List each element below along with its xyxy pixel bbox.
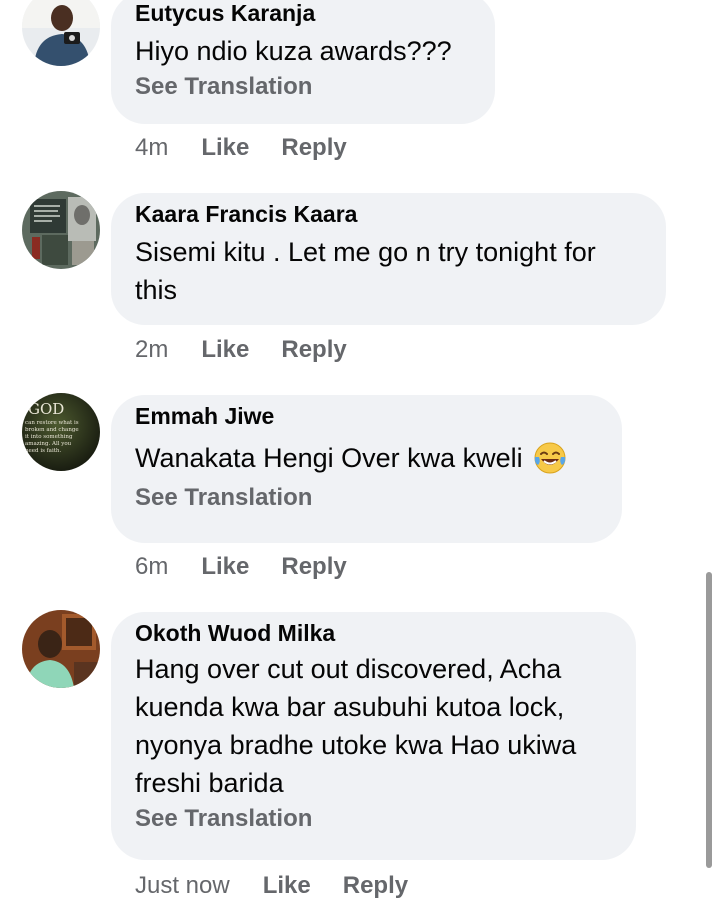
- comment-author[interactable]: Eutycus Karanja: [135, 0, 471, 28]
- avatar-caption-line: broken and change: [25, 427, 79, 433]
- avatar[interactable]: GOD can restore what is broken and chang…: [22, 393, 100, 471]
- scrollbar[interactable]: [706, 572, 712, 868]
- like-button[interactable]: Like: [201, 134, 249, 162]
- avatar-caption-line: can restore what is: [25, 420, 79, 426]
- comment-timestamp[interactable]: Just now: [135, 872, 230, 900]
- reply-button[interactable]: Reply: [281, 134, 346, 162]
- avatar-caption-title: GOD: [28, 400, 64, 418]
- comment-author[interactable]: Kaara Francis Kaara: [135, 199, 642, 229]
- comment-bubble: Kaara Francis Kaara Sisemi kitu . Let me…: [111, 193, 666, 325]
- comment-author[interactable]: Okoth Wuod Milka: [135, 618, 612, 648]
- avatar-caption-line: need is faith.: [25, 448, 61, 454]
- like-button[interactable]: Like: [263, 872, 311, 900]
- comment-actions: 2m Like Reply: [135, 334, 347, 366]
- comment-timestamp[interactable]: 4m: [135, 134, 168, 162]
- like-button[interactable]: Like: [201, 553, 249, 581]
- comments-thread: Eutycus Karanja Hiyo ndio kuza awards???…: [0, 0, 720, 918]
- reply-button[interactable]: Reply: [343, 872, 408, 900]
- avatar-caption-line: it into something: [25, 434, 73, 440]
- profile-photo: GOD can restore what is broken and chang…: [22, 393, 100, 471]
- comment-text-line: nyonya bradhe utoke kwa Hao ukiwa: [135, 730, 577, 760]
- profile-photo: [22, 0, 100, 66]
- comment-bubble: Eutycus Karanja Hiyo ndio kuza awards???…: [111, 0, 495, 124]
- comment-text-line: Hang over cut out discovered, Acha: [135, 654, 562, 684]
- comment-text-line: kuenda kwa bar asubuhi kutoa lock,: [135, 692, 565, 722]
- comment-text-line: Sisemi kitu . Let me go n try tonight fo…: [135, 237, 596, 267]
- comment-author[interactable]: Emmah Jiwe: [135, 401, 598, 431]
- comment-text: Hiyo ndio kuza awards???: [135, 36, 452, 66]
- comment-text-line: this: [135, 275, 178, 305]
- reply-button[interactable]: Reply: [281, 553, 346, 581]
- avatar[interactable]: [22, 610, 100, 688]
- see-translation-link[interactable]: See Translation: [135, 72, 471, 102]
- face-with-tears-of-joy-icon: [533, 441, 567, 475]
- see-translation-link[interactable]: See Translation: [135, 483, 598, 513]
- reply-button[interactable]: Reply: [281, 336, 346, 364]
- comment-actions: Just now Like Reply: [135, 870, 408, 902]
- like-button[interactable]: Like: [201, 336, 249, 364]
- comment-bubble: Emmah Jiwe Wanakata Hengi Over kwa kweli: [111, 395, 622, 543]
- comment-timestamp[interactable]: 6m: [135, 553, 168, 581]
- comment-timestamp[interactable]: 2m: [135, 336, 168, 364]
- avatar-caption-line: amazing. All you: [25, 441, 72, 447]
- comment-actions: 4m Like Reply: [135, 132, 347, 164]
- comment-actions: 6m Like Reply: [135, 551, 347, 583]
- comment-bubble: Okoth Wuod Milka Hang over cut out disco…: [111, 612, 636, 860]
- avatar[interactable]: [22, 0, 100, 66]
- comment-text: Wanakata Hengi Over kwa kweli: [135, 443, 523, 473]
- comment-text-line: freshi barida: [135, 768, 284, 798]
- avatar[interactable]: [22, 191, 100, 269]
- profile-photo: [22, 610, 100, 688]
- see-translation-link[interactable]: See Translation: [135, 804, 612, 834]
- profile-photo: [22, 191, 100, 269]
- comment-text-row: Wanakata Hengi Over kwa kweli: [135, 439, 598, 477]
